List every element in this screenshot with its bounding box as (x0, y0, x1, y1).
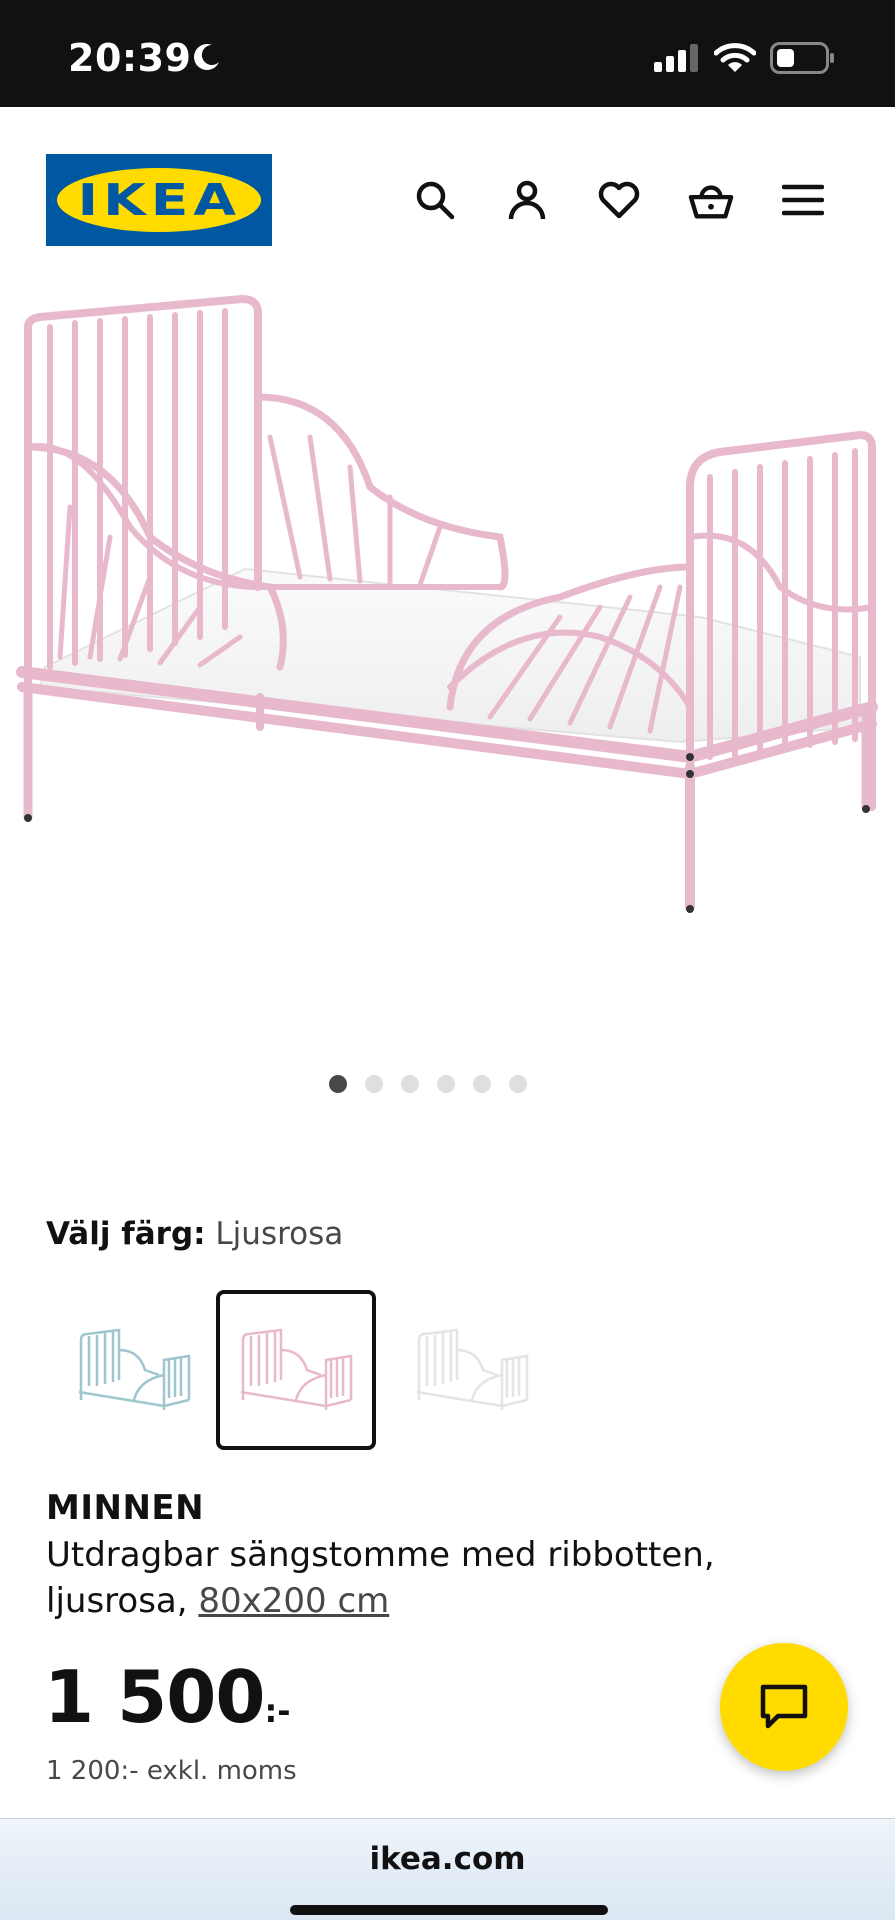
wifi-icon (713, 42, 757, 79)
ikea-logo[interactable]: IKEA (46, 154, 272, 246)
bed-thumbnail-icon (416, 1328, 529, 1410)
status-time: 20:39 (68, 36, 192, 80)
browser-bottom-bar: ikea.com (0, 1818, 895, 1920)
logo-oval: IKEA (57, 168, 261, 232)
bed-thumbnail-icon (78, 1328, 191, 1410)
carousel-dots (0, 1075, 895, 1095)
carousel-dot[interactable] (472, 1075, 491, 1093)
chat-button[interactable] (720, 1643, 848, 1771)
moon-icon (192, 42, 222, 77)
carousel-dot[interactable] (364, 1075, 383, 1093)
user-icon[interactable] (504, 177, 550, 223)
color-value: Ljusrosa (215, 1216, 344, 1252)
product-image[interactable] (0, 287, 895, 927)
menu-icon[interactable] (780, 177, 826, 223)
heart-icon[interactable] (596, 177, 642, 223)
price-suffix: :- (264, 1692, 291, 1730)
price-excl-vat: 1 200:- exkl. moms (46, 1756, 297, 1786)
carousel-dot[interactable] (328, 1075, 347, 1093)
carousel-dot[interactable] (400, 1075, 419, 1093)
status-bar: 20:39 (0, 0, 895, 107)
color-swatch-light-blue[interactable] (54, 1290, 214, 1450)
product-description: Utdragbar sängstomme med ribbotten, ljus… (46, 1532, 766, 1624)
chat-icon (760, 1684, 808, 1729)
price-amount: 1 500 (44, 1655, 265, 1739)
color-swatch-light-pink[interactable] (216, 1290, 376, 1450)
carousel-dot[interactable] (508, 1075, 527, 1093)
color-swatch-white[interactable] (392, 1290, 552, 1450)
battery-icon (770, 42, 836, 79)
url-field[interactable]: ikea.com (0, 1841, 895, 1877)
price: 1 500:- (44, 1655, 291, 1739)
logo-text: IKEA (77, 174, 241, 226)
carousel-dot[interactable] (436, 1075, 455, 1093)
search-icon[interactable] (412, 177, 458, 223)
color-label-text: Välj färg: (46, 1216, 206, 1252)
header: IKEA (0, 107, 895, 287)
bed-thumbnail-icon (240, 1328, 353, 1410)
basket-icon[interactable] (688, 177, 734, 223)
color-label: Välj färg: Ljusrosa (46, 1216, 343, 1252)
signal-icon (654, 44, 700, 77)
size-link[interactable]: 80x200 cm (198, 1581, 389, 1621)
product-name: MINNEN (46, 1488, 205, 1528)
home-indicator[interactable] (290, 1905, 608, 1915)
